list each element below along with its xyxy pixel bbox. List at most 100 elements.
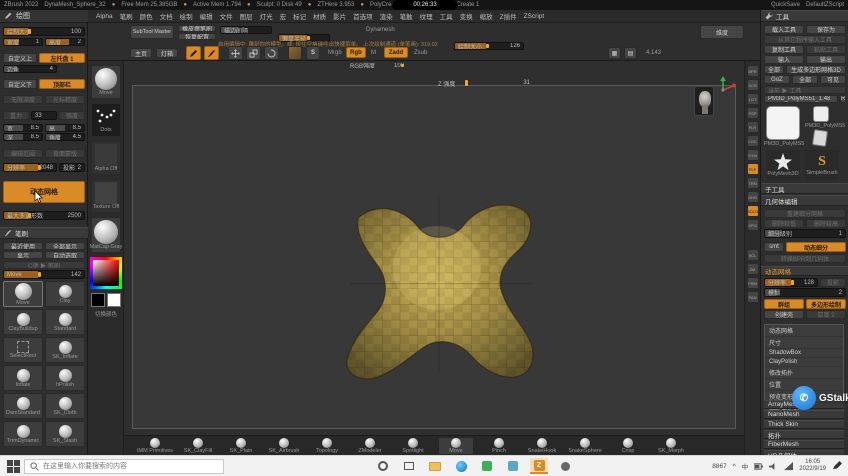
gravity-strength-button[interactable]: 强度 bbox=[59, 111, 85, 120]
active-tool-thumbnail[interactable] bbox=[766, 106, 800, 140]
edit-range-button[interactable]: 编辑范围 bbox=[3, 149, 43, 158]
switch-color-label[interactable]: 切换颜色 bbox=[90, 310, 122, 318]
brush-item[interactable]: Standard bbox=[45, 309, 85, 335]
polypaint-button[interactable]: 多边形绘制 bbox=[806, 299, 846, 309]
goz-visible-button[interactable]: 可见 bbox=[820, 75, 846, 84]
m-toggle[interactable]: M bbox=[371, 50, 376, 56]
ghost-button[interactable]: GHO bbox=[747, 191, 759, 203]
backface-mask-button[interactable]: 背面蒙版 bbox=[45, 149, 85, 158]
menu-render[interactable]: 渲染 bbox=[380, 11, 393, 21]
menu-material[interactable]: 材质 bbox=[313, 11, 326, 21]
polymesh3d-tool[interactable]: PolyMesh3D bbox=[766, 150, 800, 180]
brush-palette-header[interactable]: 笔刷 bbox=[0, 227, 88, 239]
taskbar-search[interactable]: 在这里输入你要搜索的内容 bbox=[24, 459, 224, 474]
section-item[interactable]: 修改拓扑 bbox=[765, 367, 843, 379]
subpalette-thickskin[interactable]: Thick Skin bbox=[764, 420, 844, 429]
draw-mode-button[interactable] bbox=[204, 46, 219, 60]
eraser-brush-button[interactable]: 橡皮擦笔刷 bbox=[178, 25, 216, 32]
secondary-color-swatch[interactable] bbox=[107, 293, 121, 307]
zbrush-taskbar-icon-active[interactable]: Z bbox=[530, 458, 548, 474]
geometry-section-header[interactable]: 几何体编辑 bbox=[761, 195, 848, 206]
move-mode-button[interactable] bbox=[228, 46, 243, 60]
load-tool-button[interactable]: 载入工具 bbox=[764, 25, 804, 34]
copy-tool-button[interactable]: 复制工具 bbox=[764, 45, 804, 54]
clock[interactable]: 16:05 2022/9/19 bbox=[799, 459, 826, 472]
draw-size-slider[interactable]: 绘制大小 100 bbox=[3, 27, 85, 36]
menu-layer[interactable]: 图层 bbox=[240, 11, 253, 21]
tray-brush[interactable]: Topology bbox=[310, 438, 344, 454]
sculpt-mesh[interactable] bbox=[329, 161, 549, 401]
brush-item[interactable]: SK_Inflate bbox=[45, 337, 85, 363]
ckey-brush-bar[interactable]: C键 ▶ 笔刷 bbox=[3, 261, 85, 269]
brush-item[interactable]: Inflate bbox=[3, 365, 43, 391]
ime-indicator[interactable]: 中 bbox=[742, 461, 749, 471]
tray-brush[interactable]: SK_ClayFill bbox=[181, 438, 215, 454]
quicksave-button[interactable]: QuickSave bbox=[771, 2, 800, 8]
goz-all-button[interactable]: 全部 bbox=[792, 75, 818, 84]
section-item[interactable]: ShadowBox bbox=[765, 349, 843, 358]
local-symmetry-button[interactable]: SYM bbox=[747, 149, 759, 161]
paste-tool-button[interactable]: 粘贴工具 bbox=[806, 45, 846, 54]
material-selector[interactable]: MatCap Gray bbox=[91, 217, 121, 253]
projection-slider[interactable]: 投影 2 bbox=[59, 163, 85, 172]
scroll-button[interactable]: SCR bbox=[747, 79, 759, 91]
simplebrush-tool[interactable]: S SimpleBrush bbox=[805, 150, 839, 180]
infinite-depth-button[interactable]: 无限深度 bbox=[3, 95, 43, 104]
menu-document[interactable]: 文档 bbox=[160, 11, 173, 21]
document-canvas[interactable]: IMM Primitives SK_ClayFill SK_Plain SK_A… bbox=[124, 61, 744, 455]
subpalette-nanomesh[interactable]: NanoMesh bbox=[764, 410, 844, 419]
rgb-toggle[interactable]: Rgb bbox=[346, 47, 366, 58]
edge-browser-icon[interactable] bbox=[452, 458, 470, 474]
tray-brush[interactable]: SK_Airbrush bbox=[267, 438, 301, 454]
menu-texture[interactable]: 纹理 bbox=[420, 11, 433, 21]
cursor-precision-button[interactable]: 光标精度 bbox=[45, 95, 85, 104]
menu-macro[interactable]: 宏 bbox=[280, 11, 287, 21]
teal-app-icon[interactable] bbox=[504, 458, 522, 474]
max-polygons-slider[interactable]: 最大多边形数 2500 bbox=[3, 211, 85, 220]
top-bar-button[interactable]: 顶部栏 bbox=[39, 79, 85, 89]
sdiv-level-slider[interactable]: 细分级别 1 bbox=[764, 229, 846, 238]
section-item[interactable]: ClayPolish bbox=[765, 358, 843, 367]
zadd-toggle[interactable]: Zadd bbox=[384, 47, 408, 58]
left-tray-palette-header[interactable]: 绘图 bbox=[0, 10, 88, 23]
task-view-icon[interactable] bbox=[400, 458, 418, 474]
show-brushes-button[interactable]: 显示 bbox=[3, 251, 43, 259]
convert-bpr-button[interactable]: 转换BPR到几何体 bbox=[764, 254, 846, 263]
brush-item[interactable]: Clay bbox=[45, 281, 85, 307]
current-brush-slider[interactable]: Move 142 bbox=[3, 270, 85, 279]
import-button[interactable]: 输入 bbox=[764, 55, 804, 64]
touch-keyboard-icon[interactable] bbox=[832, 461, 842, 471]
menu-zoom[interactable]: 缩放 bbox=[480, 11, 493, 21]
brush-item[interactable]: TrimDynamic bbox=[3, 421, 43, 447]
color-picker[interactable] bbox=[90, 257, 122, 289]
menu-light[interactable]: 灯光 bbox=[260, 11, 273, 21]
green-app-icon[interactable] bbox=[478, 458, 496, 474]
resolution-slider[interactable]: 分辨率 2048 bbox=[3, 163, 57, 172]
mrgb-toggle[interactable]: Mrgb bbox=[328, 50, 342, 56]
subpalette-topology[interactable]: 拓扑 bbox=[764, 430, 844, 439]
dynamesh-resolution-slider[interactable]: 分辨率 128 bbox=[764, 278, 818, 287]
subtool-section-header[interactable]: 子工具 bbox=[761, 183, 848, 194]
mini-slider-height[interactable]: 高 8.5 bbox=[45, 124, 85, 132]
zsub-toggle[interactable]: Zsub bbox=[414, 50, 427, 56]
menu-transform[interactable]: 变换 bbox=[460, 11, 473, 21]
brush-item[interactable]: SelectRect bbox=[3, 337, 43, 363]
solo-button[interactable]: SOLO bbox=[747, 205, 759, 217]
brush-item[interactable]: SK_Slash bbox=[45, 421, 85, 447]
rotate-mode-button[interactable] bbox=[264, 46, 279, 60]
blur-slider[interactable]: 模糊 2 bbox=[764, 288, 846, 297]
floor-grid-button[interactable]: FLR bbox=[747, 121, 759, 133]
draw-size-shelf-slider[interactable]: 绘制大小 126 bbox=[454, 42, 524, 50]
person-app-icon[interactable] bbox=[556, 458, 574, 474]
corner-slider[interactable]: 边角 4 bbox=[3, 65, 57, 73]
lightbox-button[interactable]: 灯箱 bbox=[156, 48, 178, 58]
perspective-button[interactable]: PSP bbox=[747, 107, 759, 119]
current-material-swatch[interactable] bbox=[288, 46, 302, 60]
main-color-swatch[interactable] bbox=[91, 293, 105, 307]
scale-mode-button[interactable] bbox=[246, 46, 261, 60]
active-tool-name[interactable]: PM3D_PolyMS51_1.48 bbox=[764, 95, 838, 103]
width-slider[interactable]: 宽度 1 bbox=[3, 38, 43, 46]
grid-toggle-icon[interactable]: ▦ bbox=[608, 47, 621, 59]
tray-brush[interactable]: SnakeHook bbox=[525, 438, 559, 454]
xpose-button[interactable]: XPO bbox=[747, 219, 759, 231]
